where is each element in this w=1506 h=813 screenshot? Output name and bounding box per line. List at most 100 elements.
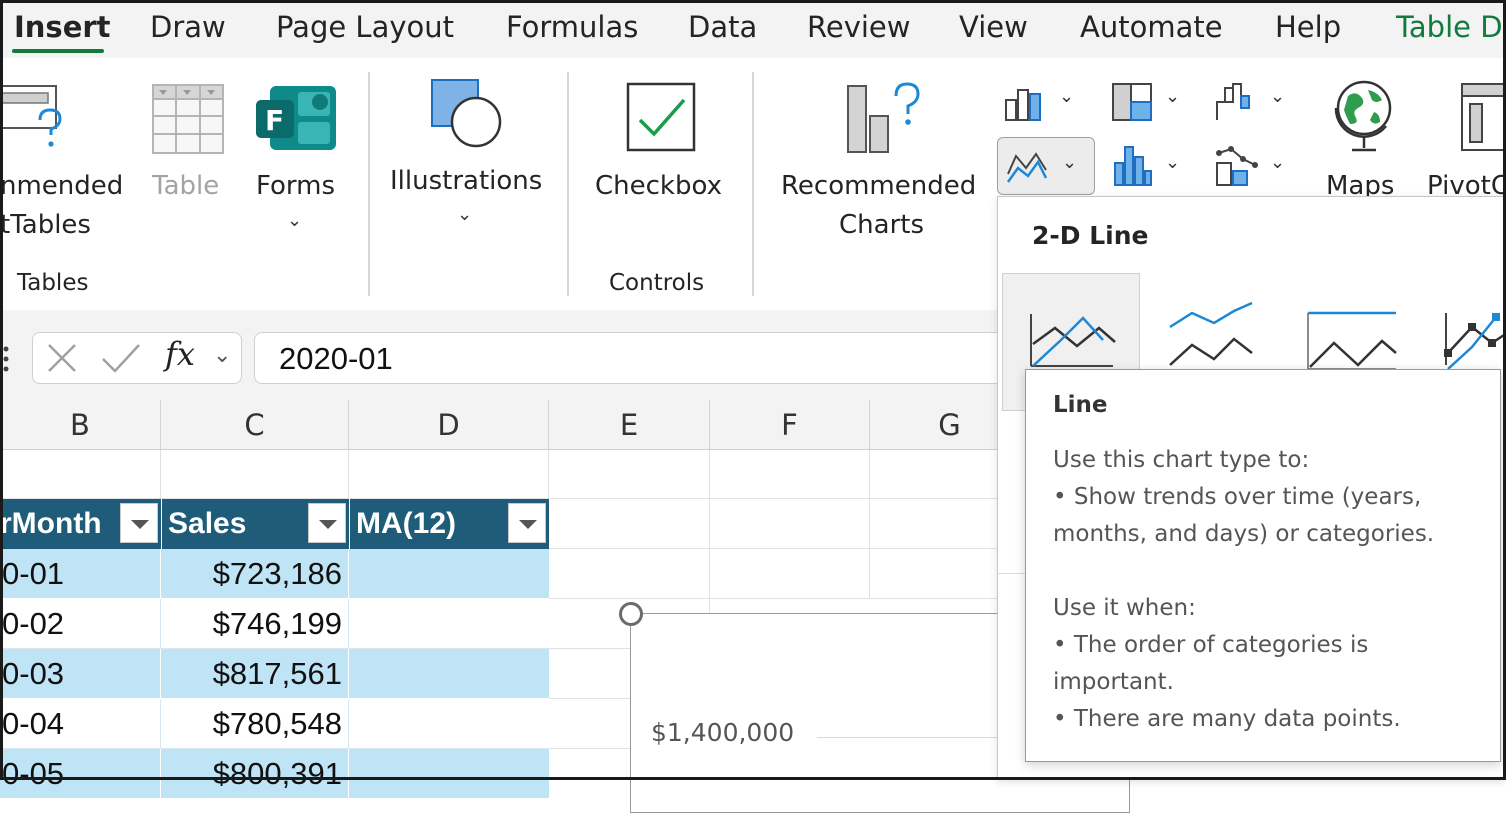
grid-cell[interactable] <box>549 549 710 599</box>
cell-sales[interactable]: $817,561 <box>161 649 349 699</box>
checkbox-button-label[interactable]: Checkbox <box>595 168 722 204</box>
illustrations-button-label[interactable]: Illustrations <box>390 163 542 199</box>
recommended-charts-label-2[interactable]: Charts <box>839 207 924 243</box>
table-row[interactable]: 0-04 $780,548 <box>0 699 549 749</box>
tab-review[interactable]: Review <box>807 8 910 46</box>
table-row[interactable]: 0-05 $800,391 <box>0 749 549 799</box>
insert-function-icon[interactable]: fx <box>165 335 195 373</box>
grid-cell[interactable] <box>0 450 161 499</box>
recommended-pivottables-icon[interactable] <box>0 82 70 157</box>
column-header-d[interactable]: D <box>349 400 549 450</box>
cell-sales[interactable]: $800,391 <box>161 749 349 799</box>
dropdown-section-title: 2-D Line <box>1032 221 1149 250</box>
grid-cell[interactable] <box>710 450 870 499</box>
grid-cell[interactable] <box>549 499 710 549</box>
cell-sales[interactable]: $780,548 <box>161 699 349 749</box>
tab-help[interactable]: Help <box>1275 8 1341 46</box>
ribbon-group-divider <box>752 72 754 296</box>
table-row[interactable]: 0-02 $746,199 <box>0 599 549 649</box>
grid-cell[interactable] <box>870 450 1000 499</box>
line-chart-chevron-down-icon[interactable]: ⌄ <box>1062 152 1077 173</box>
column-header-b-label: B <box>70 408 90 442</box>
cell-ma12[interactable] <box>349 699 549 749</box>
chart-resize-handle[interactable] <box>619 602 643 626</box>
tab-formulas[interactable]: Formulas <box>506 8 638 46</box>
illustrations-chevron-down-icon[interactable]: ⌄ <box>457 204 472 225</box>
table-row[interactable]: 0-03 $817,561 <box>0 649 549 699</box>
cancel-entry-icon[interactable] <box>45 341 79 379</box>
column-chart-icon[interactable] <box>1004 86 1048 122</box>
column-chart-chevron-down-icon[interactable]: ⌄ <box>1059 86 1074 107</box>
tab-view[interactable]: View <box>959 8 1028 46</box>
cell-month[interactable]: 0-01 <box>0 549 161 599</box>
cell-ma12[interactable] <box>349 749 549 799</box>
column-header-f[interactable]: F <box>710 400 870 450</box>
pivotchart-icon[interactable] <box>1460 82 1506 154</box>
line-chart-gallery-button[interactable]: ⌄ <box>997 137 1095 195</box>
tab-automate[interactable]: Automate <box>1080 8 1223 46</box>
statistic-chart-icon[interactable] <box>1111 145 1155 187</box>
column-header-e[interactable]: E <box>549 400 710 450</box>
tab-data[interactable]: Data <box>688 8 757 46</box>
tab-table-design[interactable]: Table D <box>1396 8 1503 46</box>
recommended-pivottables-label-1[interactable]: nmended <box>0 168 123 204</box>
cell-month[interactable]: 0-03 <box>0 649 161 699</box>
filter-dropdown-button[interactable] <box>308 503 346 543</box>
forms-icon[interactable]: F <box>256 82 338 154</box>
grid-cell[interactable] <box>549 450 710 499</box>
hierarchy-chart-chevron-down-icon[interactable]: ⌄ <box>1165 86 1180 107</box>
tab-draw[interactable]: Draw <box>150 8 226 46</box>
tooltip-line: • The order of categories is <box>1053 632 1369 658</box>
formula-controls: fx ⌄ <box>32 332 242 384</box>
column-header-c[interactable]: C <box>161 400 349 450</box>
formula-input[interactable]: 2020-01 <box>254 332 1014 384</box>
cell-sales[interactable]: $723,186 <box>161 549 349 599</box>
table-icon[interactable] <box>152 84 224 154</box>
grid-cell[interactable] <box>349 450 549 499</box>
confirm-entry-icon[interactable] <box>101 341 141 379</box>
grid-cell[interactable] <box>161 450 349 499</box>
grid-cell[interactable] <box>710 499 870 549</box>
cell-ma12[interactable] <box>349 649 549 699</box>
table-header-ma12[interactable]: MA(12) <box>349 499 549 549</box>
hierarchy-chart-icon[interactable] <box>1111 82 1155 122</box>
filter-dropdown-button[interactable] <box>120 503 158 543</box>
table-header-month[interactable]: rMonth <box>0 499 161 549</box>
illustrations-icon[interactable] <box>430 78 506 150</box>
forms-chevron-down-icon[interactable]: ⌄ <box>287 210 302 231</box>
line-chart-tooltip: Line Use this chart type to: • Show tren… <box>1025 369 1501 762</box>
waterfall-chart-chevron-down-icon[interactable]: ⌄ <box>1270 86 1285 107</box>
table-button-label[interactable]: Table <box>152 168 219 204</box>
statistic-chart-chevron-down-icon[interactable]: ⌄ <box>1165 152 1180 173</box>
grid-cell[interactable] <box>710 549 870 599</box>
combo-chart-chevron-down-icon[interactable]: ⌄ <box>1270 152 1285 173</box>
cell-sales[interactable]: $746,199 <box>161 599 349 649</box>
forms-button-label[interactable]: Forms <box>256 168 335 204</box>
column-header-e-label: E <box>619 408 639 442</box>
cell-ma12[interactable] <box>349 549 549 599</box>
recommended-charts-label-1[interactable]: Recommended <box>781 168 976 204</box>
formula-expand-chevron-icon[interactable]: ⌄ <box>213 343 231 368</box>
column-header-b[interactable]: B <box>0 400 161 450</box>
cell-month[interactable]: 0-05 <box>0 749 161 799</box>
tab-insert[interactable]: Insert <box>14 8 111 46</box>
column-header-g-label: G <box>938 408 961 442</box>
combo-chart-icon[interactable] <box>1215 145 1259 187</box>
recommended-pivottables-label-2[interactable]: tTables <box>0 207 91 243</box>
filter-dropdown-button[interactable] <box>508 503 546 543</box>
table-row[interactable]: 0-01 $723,186 <box>0 549 549 599</box>
cell-month[interactable]: 0-04 <box>0 699 161 749</box>
recommended-charts-icon[interactable] <box>846 80 920 154</box>
cell-ma12[interactable] <box>349 599 549 649</box>
table-header-sales[interactable]: Sales <box>161 499 349 549</box>
tab-page-layout[interactable]: Page Layout <box>276 8 454 46</box>
maps-globe-icon[interactable] <box>1330 78 1396 158</box>
grid-cell[interactable] <box>870 549 1000 599</box>
waterfall-chart-icon[interactable] <box>1215 82 1259 122</box>
formula-bar-grip-icon[interactable] <box>2 344 10 374</box>
svg-text:F: F <box>265 104 284 137</box>
ribbon-group-divider <box>368 72 370 296</box>
cell-month[interactable]: 0-02 <box>0 599 161 649</box>
checkbox-icon[interactable] <box>626 82 696 152</box>
grid-cell[interactable] <box>870 499 1000 549</box>
